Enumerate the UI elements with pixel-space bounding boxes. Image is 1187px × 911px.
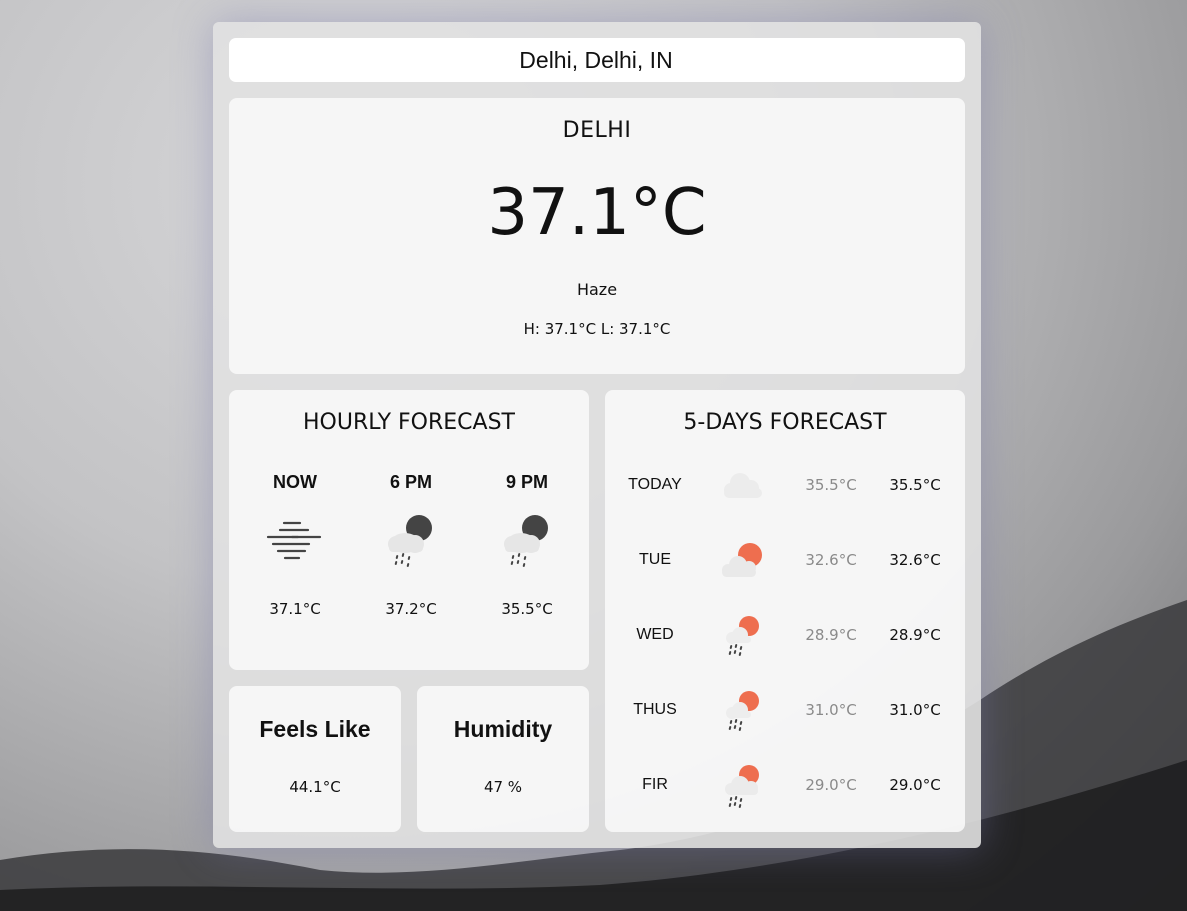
day-min-temperature: 29.0°C [805,776,857,794]
night-rain-icon [469,506,585,574]
daily-row: THUS 31.0°C 31.0°C [605,681,965,741]
hourly-forecast-title: HOURLY FORECAST [303,410,515,435]
hour-temperature: 37.1°C [269,600,321,618]
day-name: TODAY [628,476,682,493]
feels-like-value: 44.1°C [289,778,341,796]
day-min-temperature: 32.6°C [805,551,857,569]
daily-row: TODAY 35.5°C 35.5°C [605,456,965,516]
day-rain-cloud-icon [713,756,773,816]
hourly-forecast-card: HOURLY FORECAST NOW 37.1°C 6 PM 37.2°C 9… [229,390,589,670]
day-min-temperature: 28.9°C [805,626,857,644]
hour-label: 9 PM [505,472,548,492]
daily-forecast-card: 5-DAYS FORECAST TODAY 35.5°C 35.5°C TUE [605,390,965,832]
day-max-temperature: 35.5°C [889,476,941,494]
weather-app: DELHI 37.1°C Haze H: 37.1°C L: 37.1°C HO… [213,22,981,848]
day-min-temperature: 35.5°C [805,476,857,494]
day-name: FIR [642,776,668,793]
high-low-temperature: H: 37.1°C L: 37.1°C [523,320,671,338]
day-max-temperature: 29.0°C [889,776,941,794]
daily-row: WED 28.9°C 28.9°C [605,606,965,666]
weather-condition: Haze [576,280,618,299]
humidity-title: Humidity [453,716,553,742]
day-max-temperature: 28.9°C [889,626,941,644]
daily-row: FIR 29.0°C 29.0°C [605,756,965,816]
feels-like-title: Feels Like [259,716,371,742]
daily-row: TUE 32.6°C 32.6°C [605,531,965,591]
hour-temperature: 35.5°C [501,600,553,618]
day-name: WED [636,626,674,643]
hour-label: 6 PM [389,472,432,492]
haze-icon [237,506,353,574]
day-max-temperature: 32.6°C [889,551,941,569]
partly-cloudy-day-icon [713,531,773,591]
hourly-item: 9 PM 35.5°C [469,472,585,618]
hourly-item: NOW 37.1°C [237,472,353,618]
day-min-temperature: 31.0°C [805,701,857,719]
humidity-value: 47 % [483,778,523,796]
feels-like-card: Feels Like 44.1°C [229,686,401,832]
hour-temperature: 37.2°C [385,600,437,618]
day-name: TUE [639,551,671,568]
daily-forecast-title: 5-DAYS FORECAST [683,410,887,435]
cloud-icon [713,456,773,516]
day-max-temperature: 31.0°C [889,701,941,719]
day-rain-icon [713,681,773,741]
humidity-card: Humidity 47 % [417,686,589,832]
location-search-input[interactable] [229,38,965,82]
hourly-item: 6 PM 37.2°C [353,472,469,618]
current-temperature: 37.1°C [487,176,707,250]
hour-label: NOW [273,472,317,492]
city-name: DELHI [562,118,632,143]
night-rain-icon [353,506,469,574]
day-rain-icon [713,606,773,666]
day-name: THUS [633,701,677,718]
current-weather-card: DELHI 37.1°C Haze H: 37.1°C L: 37.1°C [229,98,965,374]
